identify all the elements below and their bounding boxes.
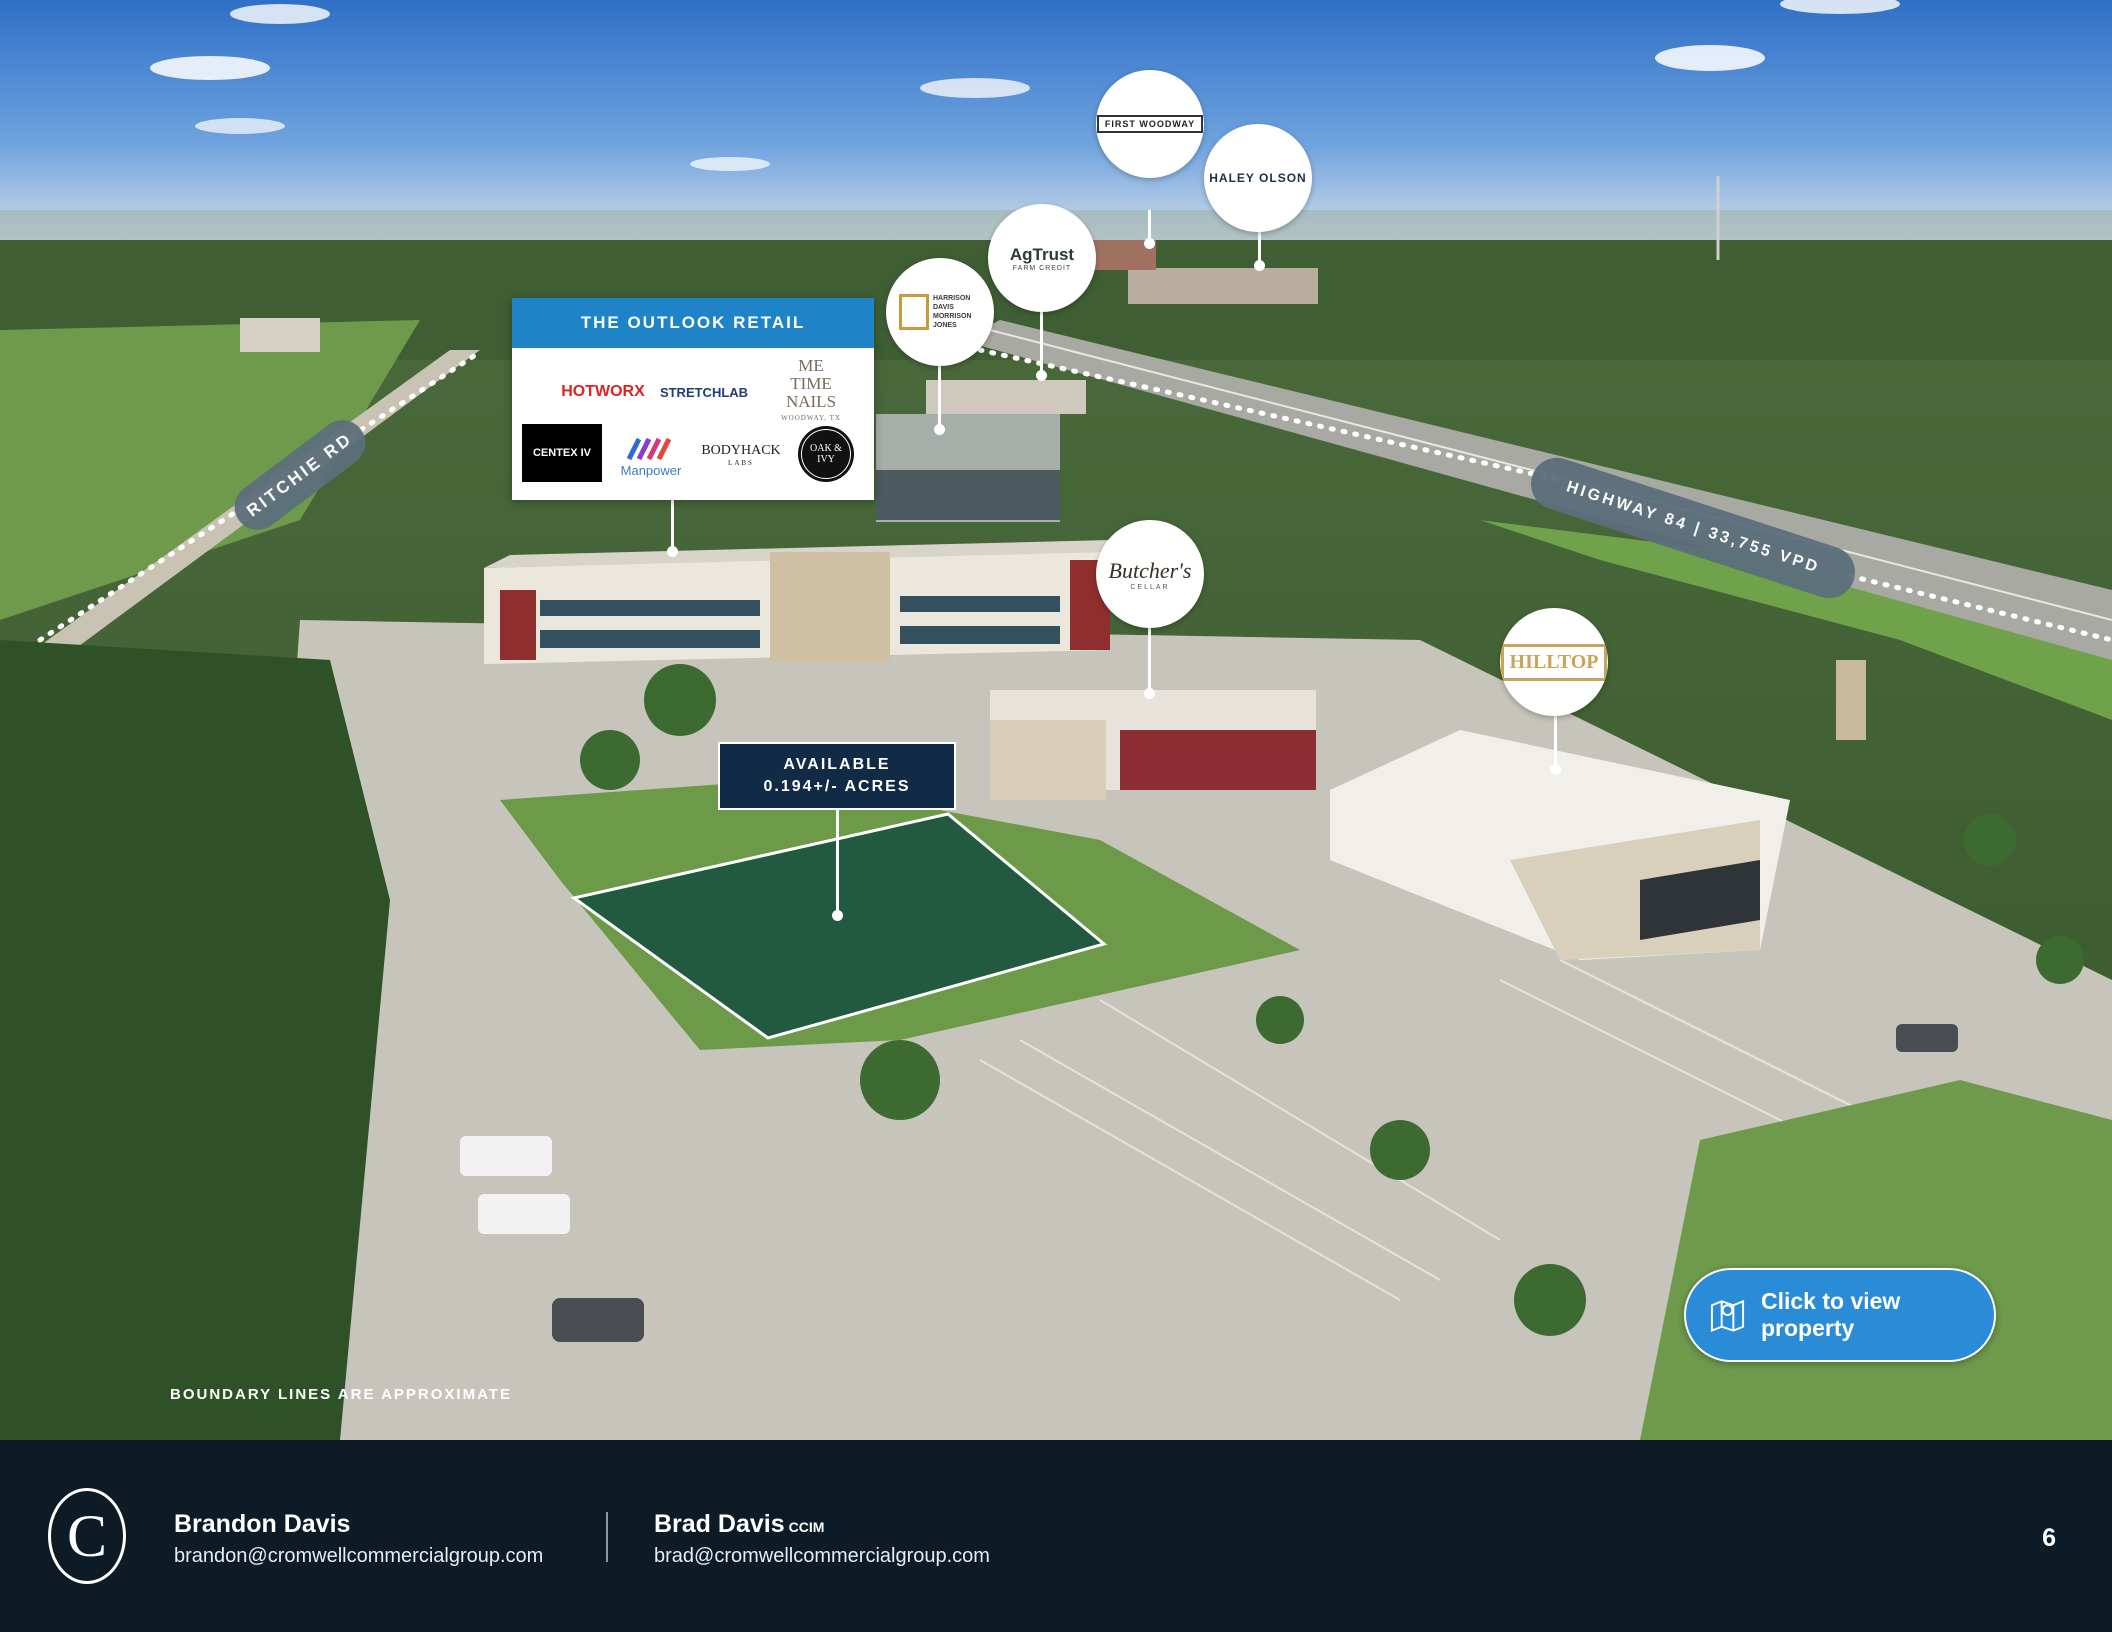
cromwell-logo: C [48,1488,126,1584]
manpower-icon [626,437,672,460]
outlook-retail-title: THE OUTLOOK RETAIL [512,298,874,348]
haley-olson-label: HALEY OLSON [1209,171,1307,185]
bodyhack-sub: LABS [728,459,754,467]
agent-credential: CCIM [788,1519,825,1535]
bodyhack-label: BODYHACK [701,443,781,458]
parcel-marker-stem [836,810,839,914]
marker-stem [1148,628,1151,694]
haley-olson-logo: HALEY OLSON [1204,124,1312,232]
hotworx-logo: HOTWORX [560,372,646,412]
butchers-cellar-logo: Butcher's CELLAR [1096,520,1204,628]
marker-dot [1144,238,1155,249]
view-property-label: Click to view property [1761,1288,1901,1341]
boundary-disclaimer: BOUNDARY LINES ARE APPROXIMATE [170,1386,512,1403]
agent-name: Brad Davis [654,1510,785,1538]
bodyhack-logo: BODYHACK LABS [698,428,784,482]
marker-stem [1554,716,1557,768]
page-number: 6 [2042,1524,2056,1552]
map-pin-icon [1710,1299,1745,1333]
agent-email[interactable]: brandon@cromwellcommercialgroup.com [174,1545,543,1568]
agtrust-sub: FARM CREDIT [1012,264,1072,272]
marker-dot [1550,764,1561,775]
butchers-sub: CELLAR [1130,583,1170,591]
available-parcel-callout: AVAILABLE 0.194+/- ACRES [718,742,956,810]
centex-iv-logo: CENTEX IV [522,424,602,482]
oak-ivy-logo: OAK & IVY [798,426,854,482]
me-time-label: ME TIME NAILS [785,355,837,411]
hotworx-label: HOTWORX [561,383,645,400]
marker-stem [938,366,941,428]
centex-label: CENTEX IV [532,447,592,459]
parcel-marker-dot [832,910,843,921]
first-woodway-label: FIRST WOODWAY [1096,115,1204,133]
view-property-button[interactable]: Click to view property [1684,1268,1996,1362]
agtrust-logo: AgTrust FARM CREDIT [988,204,1096,312]
marker-dot [1254,260,1265,271]
hd-monogram-icon [899,294,929,330]
butchers-label: Butcher's [1108,557,1192,583]
marker-dot [934,424,945,435]
hilltop-logo: HILLTOP [1500,608,1608,716]
me-time-location: WOODWAY, TX [781,413,841,422]
marker-stem [671,500,674,550]
stretchlab-logo: STRETCHLAB [656,372,752,412]
brand-letter: C [66,1503,108,1569]
agent-brandon: Brandon Davis brandon@cromwellcommercial… [174,1510,543,1568]
stretchlab-label: STRETCHLAB [659,384,749,400]
agent-brad: Brad Davis CCIM brad@cromwellcommercialgr… [654,1510,990,1568]
available-acres: 0.194+/- ACRES [763,778,911,795]
manpower-logo: Manpower [608,424,694,486]
outlook-retail-card: THE OUTLOOK RETAIL HOTWORX STRETCHLAB ME… [512,298,874,500]
manpower-label: Manpower [620,462,682,478]
agtrust-label: AgTrust [1009,244,1075,264]
harrison-davis-logo: HARRISON DAVIS MORRISON JONES [886,258,994,366]
harrison-davis-label: HARRISON DAVIS MORRISON JONES [933,295,972,329]
marker-dot [1144,688,1155,699]
me-time-nails-logo: ME TIME NAILS WOODWAY, TX [756,356,866,422]
marker-dot [1036,370,1047,381]
first-woodway-logo: FIRST WOODWAY [1096,70,1204,178]
hilltop-label: HILLTOP [1500,643,1608,681]
marker-dot [667,546,678,557]
agent-name: Brandon Davis [174,1510,351,1538]
agent-email[interactable]: brad@cromwellcommercialgroup.com [654,1545,990,1568]
oak-ivy-label: OAK & IVY [801,429,851,479]
available-label: AVAILABLE [783,756,891,773]
footer: C Brandon Davis brandon@cromwellcommerci… [0,1440,2112,1632]
footer-divider [606,1512,608,1562]
agent-name-row: Brad Davis CCIM [654,1510,990,1539]
